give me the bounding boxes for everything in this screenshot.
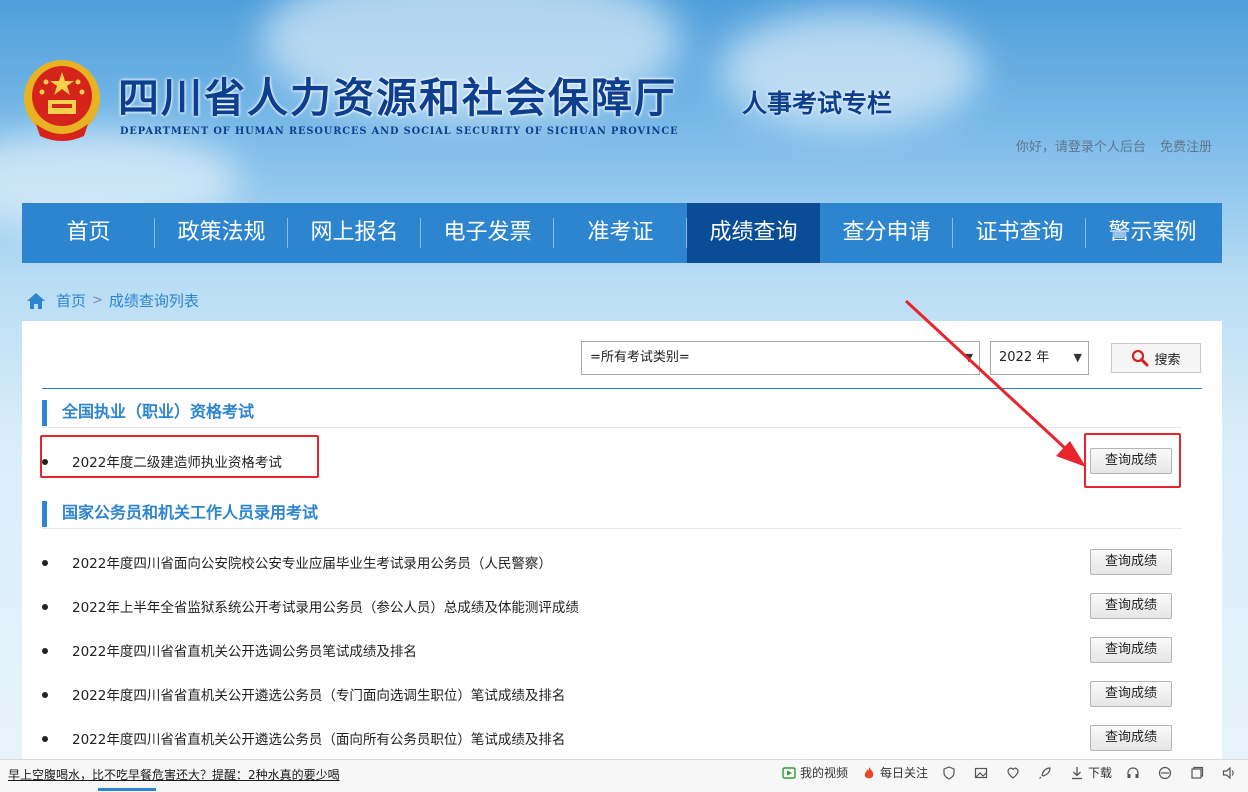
year-select[interactable]: 2022 年 ▼: [990, 341, 1089, 375]
exam-title[interactable]: 2022年度四川省省直机关公开遴选公务员（专门面向选调生职位）笔试成绩及排名: [72, 684, 565, 704]
nav-item-home[interactable]: 首页: [22, 203, 155, 263]
heart-icon: [1007, 767, 1019, 779]
exam-title[interactable]: 2022年度四川省省直机关公开遴选公务员（面向所有公务员职位）笔试成绩及排名: [72, 728, 565, 748]
national-emblem-icon: [24, 60, 100, 141]
nav-item-admission-ticket[interactable]: 准考证: [554, 203, 687, 263]
chevron-down-icon: ▼: [1073, 351, 1082, 364]
chevron-down-icon: ▼: [964, 351, 973, 364]
site-subtitle: DEPARTMENT OF HUMAN RESOURCES AND SOCIAL…: [120, 126, 679, 137]
rocket-icon: [1039, 766, 1051, 779]
query-score-button[interactable]: 查询成绩: [1090, 549, 1172, 575]
query-score-button[interactable]: 查询成绩: [1090, 725, 1172, 751]
nav-item-score-review[interactable]: 查分申请: [820, 203, 953, 263]
browser-statusbar: 早上空腹喝水，比不吃早餐危害还大？提醒：2种水真的要少喝 我的视频 每日关注 下…: [0, 759, 1248, 792]
news-ticker-link[interactable]: 早上空腹喝水，比不吃早餐危害还大？提醒：2种水真的要少喝: [8, 766, 340, 783]
divider: [42, 388, 1202, 389]
video-icon: [782, 766, 796, 779]
download-button[interactable]: 下载: [1070, 764, 1112, 781]
bullet-icon: [42, 604, 48, 610]
list-item: 2022年度四川省面向公安院校公安专业应届毕业生考试录用公务员（人民警察） 查询…: [42, 549, 1182, 579]
nav-item-warning-cases[interactable]: 警示案例: [1086, 203, 1219, 263]
query-score-button[interactable]: 查询成绩: [1090, 637, 1172, 663]
breadcrumb-home[interactable]: 首页: [56, 290, 86, 311]
register-link[interactable]: 免费注册: [1160, 140, 1212, 155]
nav-item-policy[interactable]: 政策法规: [155, 203, 288, 263]
window-button[interactable]: [1190, 766, 1208, 780]
image-icon: [974, 767, 988, 778]
divider: [42, 528, 1182, 529]
user-links: 你好，请登录个人后台 免费注册: [1006, 136, 1212, 155]
query-score-button[interactable]: 查询成绩: [1090, 681, 1172, 707]
daily-follow-button[interactable]: 每日关注: [862, 764, 928, 781]
my-video-button[interactable]: 我的视频: [782, 764, 848, 781]
exam-category-value: =所有考试类别=: [590, 350, 690, 365]
breadcrumb-current: 成绩查询列表: [108, 292, 199, 310]
browser-e-icon: [1158, 766, 1172, 779]
bullet-icon: [42, 692, 48, 698]
home-icon[interactable]: [26, 292, 46, 310]
daily-follow-label: 每日关注: [879, 766, 928, 780]
year-value: 2022 年: [999, 350, 1050, 365]
list-item: 2022年度四川省省直机关公开选调公务员笔试成绩及排名 查询成绩: [42, 637, 1182, 667]
exam-category-select[interactable]: =所有考试类别= ▼: [581, 341, 980, 375]
accelerate-button[interactable]: [1038, 766, 1056, 780]
breadcrumb-separator: >: [92, 293, 103, 308]
query-score-button[interactable]: 查询成绩: [1090, 593, 1172, 619]
headset-icon: [1127, 766, 1139, 778]
search-button[interactable]: 搜索: [1111, 343, 1201, 373]
search-icon: [1132, 349, 1149, 367]
health-button[interactable]: [1006, 766, 1024, 780]
headset-button[interactable]: [1126, 766, 1144, 780]
search-button-label: 搜索: [1154, 352, 1181, 368]
shield-button[interactable]: [942, 765, 960, 780]
main-nav: 首页 政策法规 网上报名 电子发票 准考证 成绩查询 查分申请 证书查询 警示案…: [22, 203, 1222, 263]
highlight-box-exam: [40, 435, 319, 478]
bullet-icon: [42, 648, 48, 654]
my-video-label: 我的视频: [799, 766, 848, 780]
window-icon: [1191, 766, 1204, 779]
download-icon: [1071, 766, 1082, 779]
speaker-icon: [1222, 766, 1234, 779]
nav-item-score-query[interactable]: 成绩查询: [687, 203, 820, 263]
flame-icon: [864, 766, 874, 778]
bullet-icon: [42, 560, 48, 566]
download-label: 下载: [1087, 766, 1112, 780]
image-button[interactable]: [974, 766, 992, 780]
section-title-civil-servant: 国家公务员和机关工作人员录用考试: [42, 501, 318, 527]
highlight-box-button: [1084, 433, 1181, 488]
list-item: 2022年上半年全省监狱系统公开考试录用公务员（参公人员）总成绩及体能测评成绩 …: [42, 593, 1182, 623]
exam-title[interactable]: 2022年度四川省面向公安院校公安专业应届毕业生考试录用公务员（人民警察）: [72, 552, 552, 572]
statusbar-tools: 我的视频 每日关注 下载: [768, 764, 1240, 781]
list-item: 2022年度四川省省直机关公开遴选公务员（专门面向选调生职位）笔试成绩及排名 查…: [42, 681, 1182, 711]
exam-title[interactable]: 2022年上半年全省监狱系统公开考试录用公务员（参公人员）总成绩及体能测评成绩: [72, 596, 579, 616]
list-item: 2022年度四川省省直机关公开遴选公务员（面向所有公务员职位）笔试成绩及排名 查…: [42, 725, 1182, 755]
exam-title[interactable]: 2022年度四川省省直机关公开选调公务员笔试成绩及排名: [72, 640, 417, 660]
login-link[interactable]: 你好，请登录个人后台: [1016, 140, 1146, 155]
browser-button[interactable]: [1158, 766, 1176, 780]
nav-item-registration[interactable]: 网上报名: [288, 203, 421, 263]
nav-item-certificate-query[interactable]: 证书查询: [953, 203, 1086, 263]
site-title: 四川省人力资源和社会保障厅: [118, 74, 677, 122]
nav-item-invoice[interactable]: 电子发票: [421, 203, 554, 263]
shield-icon: [943, 765, 955, 780]
section-title-qualification: 全国执业（职业）资格考试: [42, 400, 254, 426]
divider: [42, 427, 1182, 428]
results-panel: =所有考试类别= ▼ 2022 年 ▼ 搜索 全国执业（职业）资格考试 2022…: [22, 321, 1222, 761]
site-tag: 人事考试专栏: [742, 89, 893, 118]
bullet-icon: [42, 736, 48, 742]
breadcrumb: 首页 > 成绩查询列表: [26, 290, 199, 311]
volume-button[interactable]: [1222, 766, 1240, 780]
